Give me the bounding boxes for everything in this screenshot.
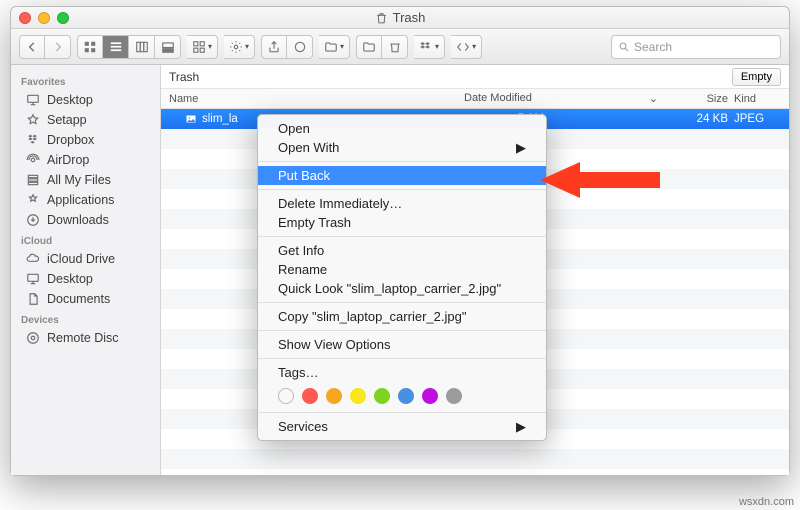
dropbox-button[interactable]: ▾ — [414, 35, 445, 59]
tag-grey[interactable] — [446, 388, 462, 404]
dropbox-icon — [25, 133, 41, 147]
path-button[interactable]: ▾ — [319, 35, 350, 59]
extra-button[interactable]: ▾ — [451, 35, 482, 59]
empty-button[interactable]: Empty — [732, 68, 781, 86]
sidebar-heading-icloud: iCloud — [11, 230, 160, 249]
sidebar-item-applications[interactable]: Applications — [11, 190, 160, 210]
toolbar: ▾ ▾ ▾ ▾ ▾ Search — [11, 29, 789, 65]
list-view-button[interactable] — [103, 35, 129, 59]
airdrop-icon — [25, 153, 41, 167]
title-bar: Trash — [11, 7, 789, 29]
chevron-down-icon: ⌄ — [649, 92, 658, 105]
menu-delete-immediately[interactable]: Delete Immediately… — [258, 194, 546, 213]
watermark: wsxdn.com — [739, 496, 794, 508]
zoom-icon[interactable] — [57, 12, 69, 24]
tag-yellow[interactable] — [350, 388, 366, 404]
sidebar-item-documents[interactable]: Documents — [11, 289, 160, 309]
menu-tags[interactable]: Tags… — [258, 363, 546, 382]
submenu-arrow-icon: ▶ — [516, 419, 526, 435]
star-icon — [25, 113, 41, 127]
nav-buttons — [19, 35, 71, 59]
desktop-icon — [25, 93, 41, 107]
col-size[interactable]: Size — [664, 93, 734, 105]
desktop-icon — [25, 272, 41, 286]
delete-button[interactable] — [382, 35, 408, 59]
tag-none[interactable] — [278, 388, 294, 404]
tags-button[interactable] — [287, 35, 313, 59]
disc-icon — [25, 331, 41, 345]
sidebar-item-airdrop[interactable]: AirDrop — [11, 150, 160, 170]
sidebar-item-icloud-drive[interactable]: iCloud Drive — [11, 249, 160, 269]
new-folder-button[interactable] — [356, 35, 382, 59]
tag-green[interactable] — [374, 388, 390, 404]
search-icon — [618, 41, 630, 53]
menu-open-with[interactable]: Open With▶ — [258, 138, 546, 157]
trash-icon — [375, 11, 388, 25]
col-date[interactable]: Date Modified⌄ — [464, 92, 664, 105]
column-view-button[interactable] — [129, 35, 155, 59]
submenu-arrow-icon: ▶ — [516, 140, 526, 156]
col-name[interactable]: Name — [161, 93, 464, 105]
sidebar-item-downloads[interactable]: Downloads — [11, 210, 160, 230]
search-input[interactable]: Search — [611, 35, 781, 59]
sidebar-heading-favorites: Favorites — [11, 71, 160, 90]
menu-open[interactable]: Open — [258, 119, 546, 138]
close-icon[interactable] — [19, 12, 31, 24]
forward-button[interactable] — [45, 35, 71, 59]
arrange-button[interactable]: ▾ — [187, 35, 218, 59]
sidebar-item-desktop[interactable]: Desktop — [11, 90, 160, 110]
sidebar-item-dropbox[interactable]: Dropbox — [11, 130, 160, 150]
sidebar-item-remote-disc[interactable]: Remote Disc — [11, 328, 160, 348]
menu-rename[interactable]: Rename — [258, 260, 546, 279]
col-kind[interactable]: Kind — [734, 93, 789, 105]
menu-quick-look[interactable]: Quick Look "slim_laptop_carrier_2.jpg" — [258, 279, 546, 298]
icon-view-button[interactable] — [77, 35, 103, 59]
minimize-icon[interactable] — [38, 12, 50, 24]
window-controls — [19, 12, 69, 24]
menu-put-back[interactable]: Put Back — [258, 166, 546, 185]
icloud-icon — [25, 252, 41, 266]
apps-icon — [25, 193, 41, 207]
allfiles-icon — [25, 173, 41, 187]
window-title: Trash — [393, 10, 426, 25]
menu-services[interactable]: Services▶ — [258, 417, 546, 436]
tag-orange[interactable] — [326, 388, 342, 404]
view-buttons — [77, 35, 181, 59]
menu-copy[interactable]: Copy "slim_laptop_carrier_2.jpg" — [258, 307, 546, 326]
sidebar-heading-devices: Devices — [11, 309, 160, 328]
tag-red[interactable] — [302, 388, 318, 404]
documents-icon — [25, 292, 41, 306]
context-menu: Open Open With▶ Put Back Delete Immediat… — [257, 114, 547, 441]
menu-show-view-options[interactable]: Show View Options — [258, 335, 546, 354]
sidebar-item-setapp[interactable]: Setapp — [11, 110, 160, 130]
column-headers[interactable]: Name Date Modified⌄ Size Kind — [161, 89, 789, 109]
back-button[interactable] — [19, 35, 45, 59]
tag-colors — [258, 382, 546, 408]
tag-blue[interactable] — [398, 388, 414, 404]
sidebar: Favorites Desktop Setapp Dropbox AirDrop… — [11, 65, 161, 475]
share-button[interactable] — [261, 35, 287, 59]
tag-purple[interactable] — [422, 388, 438, 404]
action-button[interactable]: ▾ — [224, 35, 255, 59]
sidebar-item-all-my-files[interactable]: All My Files — [11, 170, 160, 190]
image-file-icon — [185, 113, 197, 125]
downloads-icon — [25, 213, 41, 227]
menu-empty-trash[interactable]: Empty Trash — [258, 213, 546, 232]
sidebar-item-icloud-desktop[interactable]: Desktop — [11, 269, 160, 289]
menu-get-info[interactable]: Get Info — [258, 241, 546, 260]
location-label: Trash — [169, 70, 199, 84]
coverflow-view-button[interactable] — [155, 35, 181, 59]
